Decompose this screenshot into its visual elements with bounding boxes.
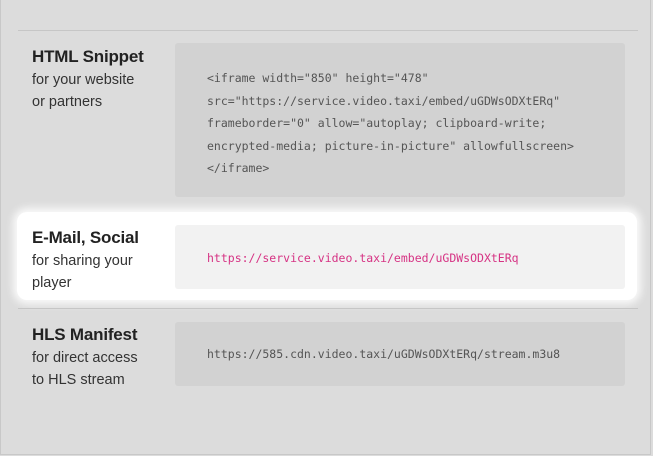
hls-manifest-subtitle: for direct access to HLS stream [32, 347, 162, 391]
hls-manifest-title: HLS Manifest [32, 325, 138, 344]
code-line: </iframe> [207, 161, 270, 175]
html-snippet-subtitle: for your website or partners [32, 69, 162, 113]
hls-manifest-url[interactable]: https://585.cdn.video.taxi/uGDWsODXtERq/… [207, 343, 625, 366]
hls-manifest-subtitle-line-1: for direct access [32, 350, 138, 366]
email-social-subtitle-line-1: for sharing your [32, 253, 133, 269]
share-link[interactable]: https://service.video.taxi/embed/uGDWsOD… [207, 247, 625, 270]
code-line: encrypted-media; picture-in-picture" all… [207, 138, 574, 153]
code-line: frameborder="0" allow="autoplay; clipboa… [207, 116, 547, 130]
html-snippet-code[interactable]: <iframe width="850" height="478" src="htt… [175, 43, 625, 197]
code-line: src="https://service.video.taxi/embed/uG… [207, 93, 561, 108]
code-line: <iframe width="850" height="478" [207, 71, 429, 85]
html-snippet-title: HTML Snippet [32, 47, 144, 66]
hls-manifest-code[interactable]: https://585.cdn.video.taxi/uGDWsODXtERq/… [175, 322, 625, 386]
html-snippet-section: HTML Snippet for your website or partner… [18, 30, 638, 210]
hls-manifest-section: HLS Manifest for direct access to HLS st… [18, 308, 638, 408]
html-snippet-subtitle-line-1: for your website [32, 72, 135, 88]
email-social-card: E-Mail, Social for sharing your player h… [17, 212, 637, 300]
hls-manifest-subtitle-line-2: to HLS stream [32, 372, 125, 388]
share-link-box[interactable]: https://service.video.taxi/embed/uGDWsOD… [175, 225, 625, 289]
html-snippet-subtitle-line-2: or partners [32, 94, 103, 110]
email-social-title: E-Mail, Social [32, 228, 139, 247]
email-social-subtitle-line-2: player [32, 275, 72, 291]
email-social-subtitle: for sharing your player [32, 250, 162, 294]
